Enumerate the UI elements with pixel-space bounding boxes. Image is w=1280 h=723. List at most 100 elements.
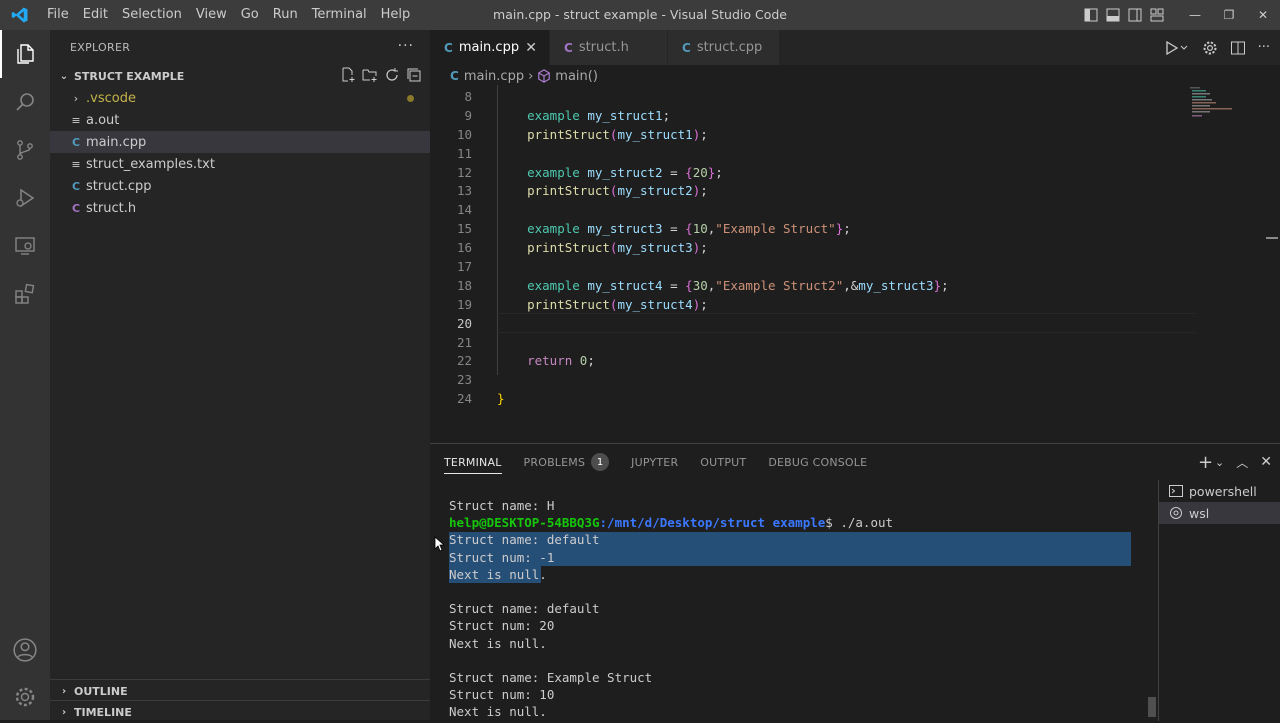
account-icon[interactable] [0,626,50,674]
code-line: 16 printStruct(my_struct3); [456,240,708,256]
tab-label: struct.h [578,40,629,55]
code-line: 10 printStruct(my_struct1); [456,126,708,142]
current-line-highlight [495,313,1195,334]
title-bar: File Edit Selection View Go Run Terminal… [0,0,1280,30]
sidebar-title: EXPLORER [70,41,131,54]
remote-explorer-icon[interactable] [0,222,50,270]
tree-item-a-out[interactable]: ≡ a.out [50,109,430,131]
breadcrumb: C main.cpp › main() [430,65,1280,87]
tab-main-cpp[interactable]: C main.cpp ✕ [430,30,550,65]
breadcrumb-separator-icon: › [528,68,534,84]
new-terminal-icon[interactable]: + [1198,452,1213,473]
minimize-icon[interactable]: — [1178,0,1212,30]
mouse-cursor-icon [434,536,444,552]
toggle-sidebar-icon[interactable] [1080,0,1102,30]
menu-terminal[interactable]: Terminal [305,0,374,30]
menu-go[interactable]: Go [234,0,266,30]
cpp-file-icon: C [71,135,81,149]
collapse-all-icon[interactable] [406,67,422,83]
terminal-line: Next is null. [449,704,547,720]
tab-struct-h[interactable]: C struct.h [550,30,668,65]
terminal-item-powershell[interactable]: powershell [1159,480,1280,502]
terminal-item-label: wsl [1189,505,1210,521]
code-line: 19 printStruct(my_struct4); [456,296,708,312]
close-tab-icon[interactable]: ✕ [525,40,537,56]
method-symbol-icon [538,69,551,83]
tree-item-label: a.out [86,112,120,128]
terminal-output[interactable]: Struct name: H help@DESKTOP-54BBQ3G:/mnt… [430,480,1155,721]
folder-section-header[interactable]: ⌄ STRUCT EXAMPLE [50,65,430,87]
vscode-logo-icon [0,0,40,30]
tree-item-label: struct.h [86,200,137,216]
terminal-scrollbar[interactable] [1148,697,1156,717]
run-code-icon[interactable] [1164,40,1190,56]
run-debug-icon[interactable] [0,174,50,222]
toggle-panel-icon[interactable] [1102,0,1124,30]
maximize-panel-icon[interactable]: ︿ [1236,454,1248,471]
breadcrumb-symbol[interactable]: main() [555,69,598,84]
scrollbar-marker[interactable] [1266,237,1278,239]
split-editor-icon[interactable] [1230,40,1246,56]
tab-struct-cpp[interactable]: C struct.cpp [668,30,780,65]
tab-terminal[interactable]: TERMINAL [444,444,502,480]
menu-file[interactable]: File [40,0,76,30]
menu-selection[interactable]: Selection [115,0,189,30]
tree-item-main-cpp[interactable]: C main.cpp [50,131,430,153]
breadcrumb-file[interactable]: main.cpp [464,69,524,84]
tab-output[interactable]: OUTPUT [700,444,746,480]
restore-icon[interactable]: ❐ [1212,0,1246,30]
new-file-icon[interactable] [340,67,356,83]
terminal-item-wsl[interactable]: wsl [1159,502,1280,524]
tab-jupyter[interactable]: JUPYTER [631,444,678,480]
settings-gear-icon[interactable] [1202,40,1218,56]
customize-layout-icon[interactable] [1146,0,1168,30]
toggle-secondary-sidebar-icon[interactable] [1124,0,1146,30]
menu-edit[interactable]: Edit [76,0,115,30]
refresh-icon[interactable] [384,67,400,83]
code-editor[interactable]: 8 9 example my_struct1; 10 printStruct(m… [430,85,1200,408]
source-control-icon[interactable] [0,126,50,174]
tree-item-label: main.cpp [86,134,147,150]
chevron-down-icon[interactable]: ⌄ [1215,456,1224,469]
file-lines-icon: ≡ [71,113,81,127]
code-line: 21 [456,334,472,350]
code-line: 18 example my_struct4 = {30,"Example Str… [456,277,949,293]
more-actions-icon[interactable]: ··· [1258,40,1270,55]
problems-count-badge: 1 [591,453,610,471]
close-window-icon[interactable]: ✕ [1246,0,1280,30]
menu-run[interactable]: Run [266,0,305,30]
outline-section-header[interactable]: › OUTLINE [50,680,430,702]
activity-bar [0,30,50,720]
editor-group: C main.cpp ✕ C struct.h C struct.cpp ···… [430,30,1280,443]
more-actions-icon[interactable]: ··· [398,38,414,54]
tree-item-struct-h[interactable]: C struct.h [50,197,430,219]
close-panel-icon[interactable]: ✕ [1260,454,1272,470]
terminal-line: Struct num: -1 [449,549,555,565]
extensions-icon[interactable] [0,270,50,318]
terminal-icon [1169,485,1183,497]
chevron-down-icon: ⌄ [59,70,69,82]
tree-item-struct-cpp[interactable]: C struct.cpp [50,175,430,197]
search-icon[interactable] [0,78,50,126]
terminal-list: powershell wsl [1158,480,1280,721]
cpp-file-icon: C [444,40,453,55]
tree-item-vscode[interactable]: › .vscode [50,87,430,109]
tree-item-label: struct_examples.txt [86,156,215,172]
terminal-line: Struct name: default [449,601,600,617]
tab-problems[interactable]: PROBLEMS 1 [524,444,610,480]
terminal-line: Next is null. [449,566,547,582]
menu-help[interactable]: Help [374,0,418,30]
manage-gear-icon[interactable] [0,673,50,721]
chevron-right-icon: › [61,685,67,697]
editor-tabs: C main.cpp ✕ C struct.h C struct.cpp ··· [430,30,1280,65]
menu-view[interactable]: View [189,0,234,30]
code-line: 12 example my_struct2 = {20}; [456,164,723,180]
minimap[interactable] [1190,87,1250,127]
h-file-icon: C [564,40,573,55]
tab-debug-console[interactable]: DEBUG CONSOLE [768,444,867,480]
terminal-line: Next is null. [449,635,547,651]
code-line: 8 [464,88,472,104]
new-folder-icon[interactable] [362,67,378,83]
tree-item-struct-examples-txt[interactable]: ≡ struct_examples.txt [50,153,430,175]
explorer-icon[interactable] [0,30,50,78]
